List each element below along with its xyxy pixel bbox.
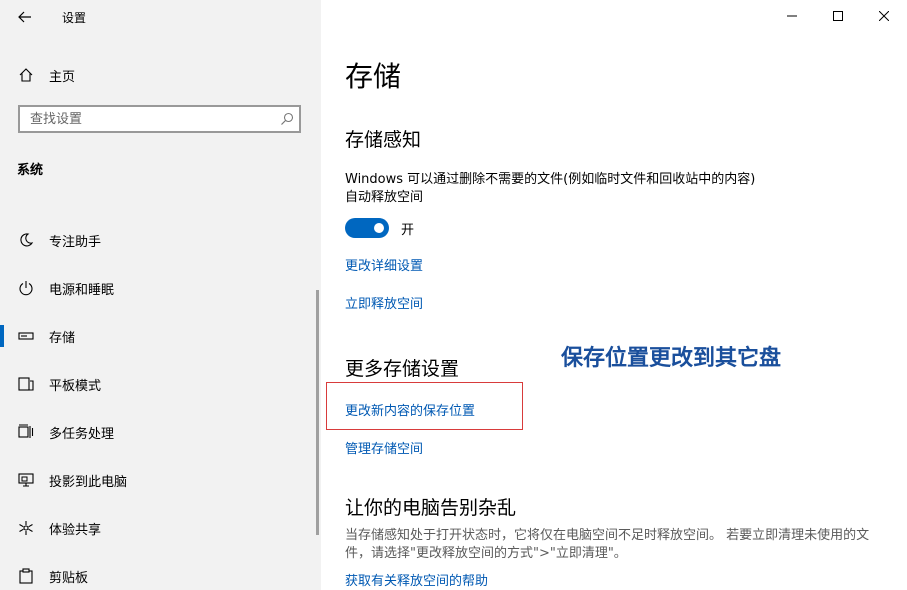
minimize-icon	[787, 15, 797, 17]
sidebar-item-storage[interactable]: 存储	[0, 316, 316, 356]
clipboard-icon	[17, 567, 35, 585]
tablet-mode-icon	[17, 375, 35, 393]
page-title: 存储	[345, 60, 402, 93]
sidebar-item-label: 电源和睡眠	[49, 282, 115, 298]
manage-storage-spaces-link[interactable]: 管理存储空间	[345, 438, 423, 457]
sidebar-item-projecting[interactable]: 投影到此电脑	[0, 460, 316, 500]
multitasking-icon	[17, 423, 35, 441]
toggle-knob	[374, 223, 384, 233]
sidebar-item-focus-assist[interactable]: 专注助手	[0, 220, 316, 260]
maximize-button[interactable]	[815, 0, 861, 32]
power-icon	[17, 279, 35, 297]
section-label-system: 系统	[17, 163, 44, 178]
sidebar-item-clipboard[interactable]: 剪贴板	[0, 556, 316, 590]
projecting-icon	[17, 471, 35, 489]
caption-buttons	[769, 0, 907, 32]
shared-experiences-icon	[17, 519, 35, 537]
settings-window: 设置 主页 系统 专注助手	[0, 0, 907, 590]
declutter-description: 当存储感知处于打开状态时，它将仅在电脑空间不足时释放空间。 若要立即清理未使用的…	[345, 528, 870, 561]
storage-icon	[17, 327, 35, 345]
maximize-icon	[833, 11, 843, 21]
search-box[interactable]	[18, 105, 301, 133]
sidebar-item-label: 专注助手	[49, 234, 102, 250]
sidebar-item-label: 体验共享	[49, 522, 102, 538]
sidebar-item-label: 主页	[49, 69, 76, 85]
sidebar-item-home[interactable]: 主页	[0, 60, 321, 90]
sidebar-item-label: 多任务处理	[49, 426, 115, 442]
sidebar-item-label: 剪贴板	[49, 570, 89, 586]
storage-sense-heading: 存储感知	[345, 129, 422, 151]
sidebar-item-power-sleep[interactable]: 电源和睡眠	[0, 268, 316, 308]
change-save-location-link[interactable]: 更改新内容的保存位置	[345, 400, 475, 419]
declutter-heading: 让你的电脑告别杂乱	[345, 497, 517, 519]
close-button[interactable]	[861, 0, 907, 32]
back-button[interactable]	[10, 5, 40, 29]
home-icon	[17, 66, 35, 84]
sidebar-item-label: 平板模式	[49, 378, 102, 394]
sidebar-item-tablet-mode[interactable]: 平板模式	[0, 364, 316, 404]
main-content: 存储 存储感知 Windows 可以通过删除不需要的文件(例如临时文件和回收站中…	[321, 0, 907, 590]
moon-icon	[17, 231, 35, 249]
sidebar-scrollbar[interactable]	[316, 290, 319, 535]
storage-sense-description-line2: 自动释放空间	[345, 190, 424, 205]
sidebar-item-shared-experiences[interactable]: 体验共享	[0, 508, 316, 548]
annotation-text: 保存位置更改到其它盘	[561, 346, 782, 371]
search-icon	[281, 112, 294, 125]
help-free-space-link[interactable]: 获取有关释放空间的帮助	[345, 570, 488, 589]
more-storage-settings-heading: 更多存储设置	[345, 358, 460, 380]
toggle-state-label: 开	[401, 223, 415, 238]
search-input[interactable]	[28, 110, 272, 128]
sidebar-item-label: 投影到此电脑	[49, 474, 128, 490]
sidebar-item-label: 存储	[49, 330, 76, 346]
sidebar: 设置 主页 系统 专注助手	[0, 0, 321, 590]
storage-sense-toggle[interactable]	[345, 218, 389, 238]
arrow-left-icon	[18, 11, 31, 23]
minimize-button[interactable]	[769, 0, 815, 32]
close-icon	[879, 11, 889, 21]
free-up-space-now-link[interactable]: 立即释放空间	[345, 293, 423, 312]
selected-indicator	[0, 325, 4, 347]
configure-storage-sense-link[interactable]: 更改详细设置	[345, 255, 423, 274]
sidebar-item-multitasking[interactable]: 多任务处理	[0, 412, 316, 452]
storage-sense-description-line1: Windows 可以通过删除不需要的文件(例如临时文件和回收站中的内容)	[345, 172, 756, 187]
app-title: 设置	[62, 11, 87, 25]
